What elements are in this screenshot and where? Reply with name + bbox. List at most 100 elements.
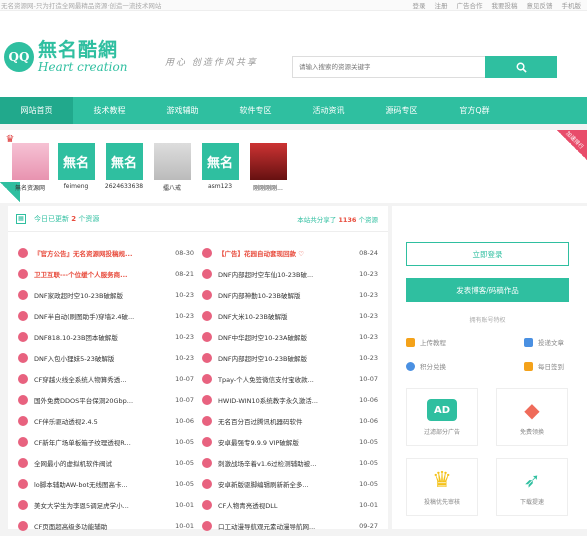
nav-source-code[interactable]: 源码专区 [365,97,438,124]
benefit-card: ♛ 投稿优先审核 [406,458,478,516]
header: QQ 無名酷網 Heart creation 用心 创造作风共享 [0,11,587,97]
list-item[interactable]: DNF内部超时空车仙10-23B破... 10-23 [202,263,378,284]
item-title[interactable]: 国外免费DDOS平台保洞20Gbp... [34,395,168,405]
item-title[interactable]: HWID-WIN10系统教字永久激活... [218,395,352,405]
item-title[interactable]: DNF半自动(刷图助手)穿墙2.4破... [34,311,168,321]
item-title[interactable]: Tpay-个人免签微信支付宝收款... [218,374,352,384]
list-item[interactable]: 安卓新版驱脚编辑刷新新全多... 10-05 [202,473,378,494]
avatar [249,143,287,180]
nav-software[interactable]: 软件专区 [219,97,292,124]
site-logo[interactable]: QQ 無名酷網 Heart creation [4,41,127,73]
item-title[interactable]: DNF内部神勤10-23B破解版 [218,290,352,300]
item-title[interactable]: CF人物青亮透视DLL [218,500,352,510]
list-item[interactable]: 卫卫互联---个位缓个人服务商... 08-21 [18,263,194,284]
list-item[interactable]: 美女大学生为李恩5调足虎学小... 10-01 [18,494,194,515]
submit-link[interactable]: 我要投稿 [492,0,518,10]
privilege-article: 投递文章 [524,337,564,347]
item-title[interactable]: CF穿越火线全系统人物算秀透... [34,374,168,384]
ad-cooperation-link[interactable]: 广告合作 [457,0,483,10]
list-item[interactable]: CF新年广场单板箱子纹理透视R... 10-05 [18,431,194,452]
list-item[interactable]: 国外免费DDOS平台保洞20Gbp... 10-07 [18,389,194,410]
header-slogan: 用心 创造作风共享 [165,58,258,68]
item-icon [18,247,28,258]
user-card[interactable]: ♛ 無名资源网 [6,134,50,192]
nav-news[interactable]: 活动资讯 [292,97,365,124]
item-title[interactable]: 全网最小的虚拟机软件阀试 [34,458,168,468]
feedback-link[interactable]: 意见反馈 [527,0,553,10]
login-button[interactable]: 立即登录 [406,242,569,266]
list-item[interactable]: HWID-WIN10系统教字永久激活... 10-06 [202,389,378,410]
user-card[interactable]: 無名 asm123 [200,143,240,190]
nav-qq-group[interactable]: 官方Q群 [438,97,511,124]
crown-icon: ♛ [432,467,452,493]
item-icon [202,394,212,405]
list-item[interactable]: DNF入包小狸妹5-23破解版 10-23 [18,347,194,368]
list-item[interactable]: DNF家政超时空10-23B破解版 10-23 [18,284,194,305]
list-item[interactable]: 【广告】花园自动套现回款 ♡ 08-24 [202,242,378,263]
search-input[interactable] [292,56,485,78]
list-item[interactable]: 『官方公告』无名资源网投稿规... 08-30 [18,242,194,263]
item-title[interactable]: DNF大米10-23B破解版 [218,311,352,321]
item-title[interactable]: CF页面超高级多功能辅助 [34,521,168,531]
list-item[interactable]: CF页面超高级多功能辅助 10-01 [18,515,194,536]
list-item[interactable]: DNF内部神勤10-23B破解版 10-23 [202,284,378,305]
item-date: 10-06 [359,416,378,425]
login-link[interactable]: 登录 [413,0,426,10]
list-item[interactable]: Tpay-个人免签微信支付宝收款... 10-07 [202,368,378,389]
register-link[interactable]: 注册 [435,0,448,10]
sidebar: 立即登录 发表博客/码稿作品 拥有账号特权 上传教程 投递文章 积分兑换 每日签… [392,206,587,529]
item-title[interactable]: lo脚本辅助AW-bot无线图高卡... [34,479,168,489]
top-bar: 无名资源网-只为打造全网最精品资源·创造一流技术网站 登录 注册 广告合作 我要… [0,0,587,11]
item-title[interactable]: 无名百分百过腾讯机器码软件 [218,416,352,426]
item-title[interactable]: 美女大学生为李恩5调足虎学小... [34,500,168,510]
item-title[interactable]: DNF入包小狸妹5-23破解版 [34,353,168,363]
user-card[interactable]: 無名 2624633638 [104,143,144,190]
list-item[interactable]: 无名百分百过腾讯机器码软件 10-06 [202,410,378,431]
nav-tutorials[interactable]: 技术教程 [73,97,146,124]
list-item[interactable]: CF穿越火线全系统人物算秀透... 10-07 [18,368,194,389]
item-title[interactable]: 安卓新版驱脚编辑刷新新全多... [218,479,352,489]
item-date: 10-05 [175,479,194,488]
search-button[interactable] [485,56,557,78]
item-date: 10-06 [359,395,378,404]
user-card[interactable]: 無名 feimeng [56,143,96,190]
rocket-icon: ➶ [523,468,541,492]
item-title[interactable]: 『官方公告』无名资源网投稿规... [34,248,168,258]
user-name: feimeng [63,183,89,190]
publish-button[interactable]: 发表博客/码稿作品 [406,278,569,302]
user-card[interactable]: 刚刚刚刚... [248,143,288,192]
item-title[interactable]: DNF内部超时空10-23B破解版 [218,353,352,363]
item-title[interactable]: CF伴乐驱动透视2.4.5 [34,416,168,426]
item-title[interactable]: 安卓最强专9.9.9 VIP破解版 [218,437,352,447]
item-icon [202,436,212,447]
item-title[interactable]: 卫卫互联---个位缓个人服务商... [34,269,168,279]
privilege-checkin: 每日签到 [524,361,564,371]
item-title[interactable]: 口工动漫导航观元素动漫导航网... [218,521,352,531]
item-title[interactable]: DNF家政超时空10-23B破解版 [34,290,168,300]
resource-list-left: 『官方公告』无名资源网投稿规... 08-30 卫卫互联---个位缓个人服务商...… [18,242,194,536]
item-date: 10-23 [359,311,378,320]
user-card[interactable]: 擂八戒 [152,143,192,192]
list-item[interactable]: 安卓最强专9.9.9 VIP破解版 10-05 [202,431,378,452]
list-item[interactable]: DNF大米10-23B破解版 10-23 [202,305,378,326]
list-item[interactable]: CF人物青亮透视DLL 10-01 [202,494,378,515]
item-title[interactable]: 刺激战场辛着v1.6过检测辅助被... [218,458,352,468]
item-title[interactable]: CF新年广场单板箱子纹理透视R... [34,437,168,447]
list-item[interactable]: DNF818.10-23B团本破解版 10-23 [18,326,194,347]
nav-game-cheats[interactable]: 游戏辅助 [146,97,219,124]
item-title[interactable]: 【广告】花园自动套现回款 ♡ [218,248,352,258]
list-item[interactable]: 刺激战场辛着v1.6过检测辅助被... 10-05 [202,452,378,473]
list-item[interactable]: DNF中华超时空10-23A破解版 10-23 [202,326,378,347]
list-item[interactable]: DNF内部超时空10-23B破解版 10-23 [202,347,378,368]
item-title[interactable]: DNF内部超时空车仙10-23B破... [218,269,352,279]
gift-icon: ◆ [524,398,540,422]
list-item[interactable]: lo脚本辅助AW-bot无线图高卡... 10-05 [18,473,194,494]
item-title[interactable]: DNF中华超时空10-23A破解版 [218,332,352,342]
item-title[interactable]: DNF818.10-23B团本破解版 [34,332,168,342]
list-item[interactable]: 全网最小的虚拟机软件阀试 10-05 [18,452,194,473]
mobile-link[interactable]: 手机版 [562,0,582,10]
nav-home[interactable]: 网站首页 [0,97,73,124]
list-item[interactable]: CF伴乐驱动透视2.4.5 10-06 [18,410,194,431]
list-item[interactable]: 口工动漫导航观元素动漫导航网... 09-27 [202,515,378,536]
list-item[interactable]: DNF半自动(刷图助手)穿墙2.4破... 10-23 [18,305,194,326]
